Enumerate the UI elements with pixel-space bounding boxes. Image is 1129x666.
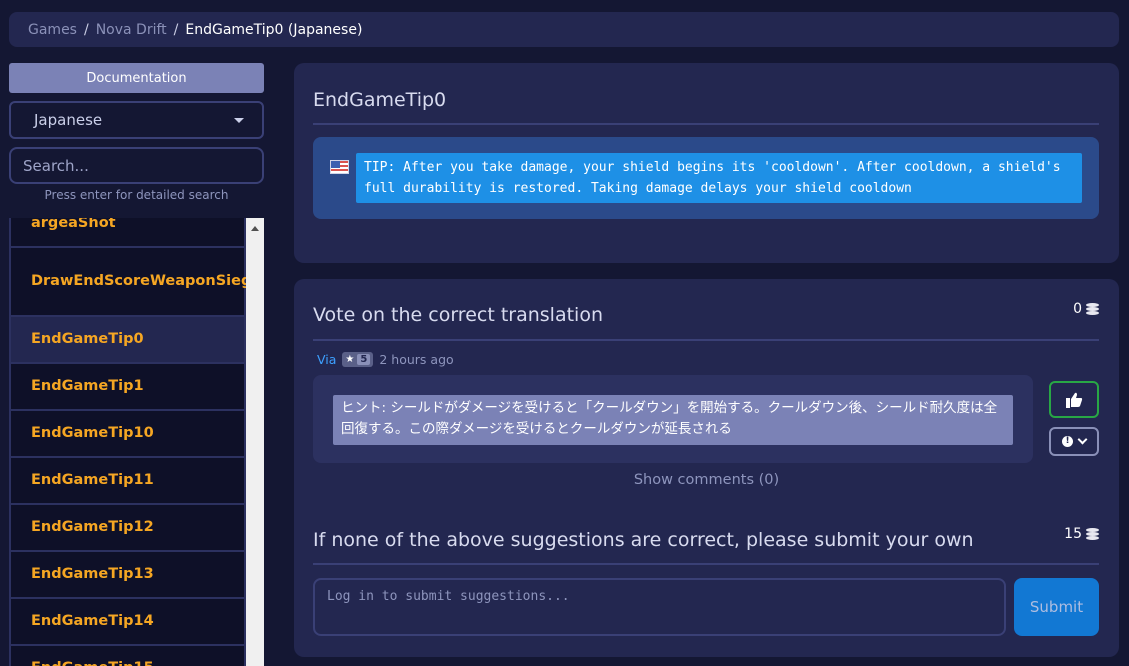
coins-icon [1086,303,1099,315]
breadcrumb-separator: / [83,21,89,38]
coin-count-value: 0 [1073,301,1082,317]
source-text: TIP: After you take damage, your shield … [356,153,1082,203]
divider [313,339,1099,341]
scroll-up-arrow-icon[interactable] [251,226,259,231]
list-item[interactable]: argeaShot [9,218,246,248]
us-flag-icon [330,160,349,174]
breadcrumb-current: EndGameTip0 (Japanese) [185,21,363,38]
caret-down-icon [234,117,244,123]
alert-icon: ! [1062,436,1073,447]
thumbs-up-icon [1066,392,1083,408]
breadcrumb-link-nova-drift[interactable]: Nova Drift [96,22,167,38]
vote-coin-count: 0 [1073,301,1099,317]
search-input[interactable] [9,147,264,184]
vote-panel: Vote on the correct translation 0 Via ★ … [294,279,1119,657]
string-list: argeaShot DrawEndScoreWeaponSiegeWeaponr… [9,218,264,666]
suggestion-meta: Via ★ 5 2 hours ago [317,352,454,367]
documentation-button[interactable]: Documentation [9,63,264,93]
list-item[interactable]: EndGameTip12 [9,505,246,552]
chevron-down-icon [1077,434,1088,445]
scrollbar[interactable] [246,218,264,666]
breadcrumb-separator: / [173,21,179,38]
string-key-title: EndGameTip0 [313,89,447,111]
coin-count-value: 15 [1064,526,1082,542]
search-hint: Press enter for detailed search [44,188,229,202]
source-panel: EndGameTip0 TIP: After you take damage, … [294,63,1119,263]
language-select[interactable]: Japanese [9,101,264,139]
rank-badge: ★ 5 [342,352,374,367]
suggestion-input[interactable] [313,578,1006,636]
list-item[interactable]: EndGameTip14 [9,599,246,646]
source-text-box: TIP: After you take damage, your shield … [313,137,1099,219]
timestamp: 2 hours ago [379,352,454,367]
submit-coin-count: 15 [1064,526,1099,542]
list-item-active[interactable]: EndGameTip0 [9,317,246,364]
star-icon: ★ [345,354,355,365]
divider [313,123,1099,125]
breadcrumb: Games / Nova Drift / EndGameTip0 (Japane… [9,12,1119,47]
show-comments-link[interactable]: Show comments (0) [294,472,1119,488]
via-label[interactable]: Via [317,352,336,367]
submit-title: If none of the above suggestions are cor… [313,529,974,551]
rank-number: 5 [357,354,371,365]
coins-icon [1086,528,1099,540]
suggestion-text: ヒント: シールドがダメージを受けると「クールダウン」を開始する。クールダウン後… [333,395,1013,445]
vote-title: Vote on the correct translation [313,304,603,326]
language-select-value: Japanese [34,111,103,129]
list-item[interactable]: EndGameTip1 [9,364,246,411]
breadcrumb-link-games[interactable]: Games [28,22,77,38]
list-item[interactable]: EndGameTip10 [9,411,246,458]
divider [313,563,1099,565]
list-item[interactable]: EndGameTip15 [9,646,246,666]
list-item[interactable]: DrawEndScoreWeaponSiegeWeaponry [9,248,246,317]
report-dropdown-button[interactable]: ! [1049,427,1099,456]
list-item[interactable]: EndGameTip11 [9,458,246,505]
upvote-button[interactable] [1049,381,1099,418]
string-list-scroll[interactable]: argeaShot DrawEndScoreWeaponSiegeWeaponr… [9,218,246,666]
list-item[interactable]: EndGameTip13 [9,552,246,599]
suggestion-card: ヒント: シールドがダメージを受けると「クールダウン」を開始する。クールダウン後… [313,375,1033,463]
submit-button[interactable]: Submit [1014,578,1099,636]
